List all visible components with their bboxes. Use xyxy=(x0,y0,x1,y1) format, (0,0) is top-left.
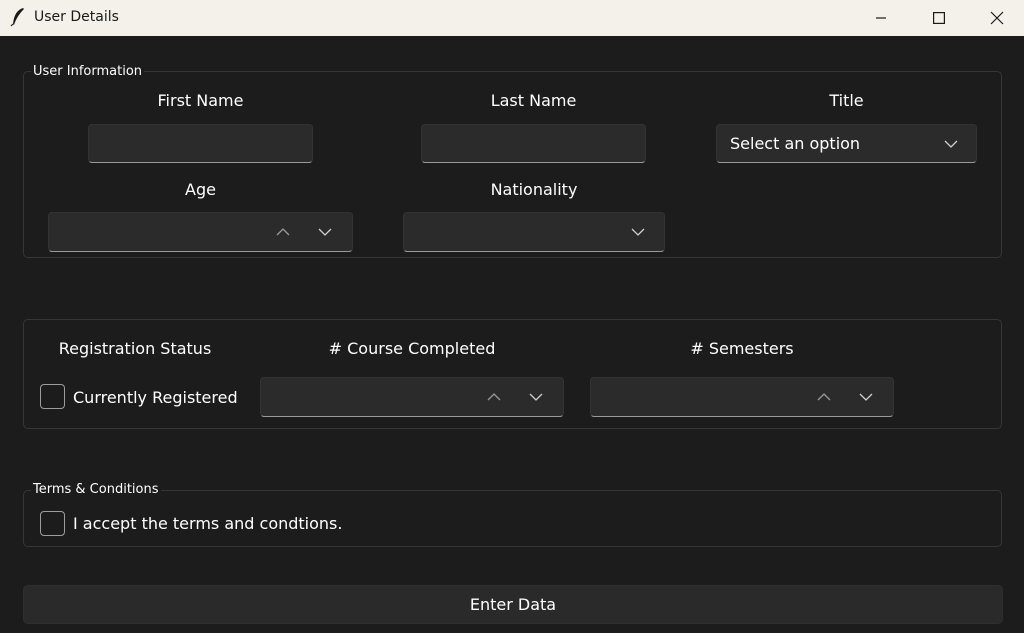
nationality-combobox[interactable] xyxy=(403,212,665,252)
maximize-button[interactable] xyxy=(910,0,968,36)
chevron-down-icon[interactable] xyxy=(315,213,335,251)
first-name-field[interactable] xyxy=(88,124,313,163)
chevron-up-icon[interactable] xyxy=(273,213,293,251)
window-title: User Details xyxy=(34,9,119,25)
chevron-up-icon[interactable] xyxy=(814,378,834,416)
last-name-field[interactable] xyxy=(421,124,646,163)
accept-terms-label[interactable]: I accept the terms and condtions. xyxy=(73,514,342,533)
chevron-down-icon[interactable] xyxy=(628,213,648,251)
title-selected-value: Select an option xyxy=(730,134,861,153)
semesters-spinbox[interactable] xyxy=(590,377,894,417)
feather-icon xyxy=(10,8,24,27)
title-bar: User Details xyxy=(0,0,1024,36)
last-name-label: Last Name xyxy=(490,91,577,110)
minimize-button[interactable] xyxy=(852,0,910,36)
minimize-icon xyxy=(876,17,886,19)
close-icon xyxy=(990,11,1004,25)
semesters-label: # Semesters xyxy=(690,339,794,358)
title-combobox[interactable]: Select an option xyxy=(716,124,977,163)
chevron-up-icon[interactable] xyxy=(484,378,504,416)
courses-completed-label: # Course Completed xyxy=(328,339,496,358)
currently-registered-label[interactable]: Currently Registered xyxy=(73,388,238,407)
terms-label: Terms & Conditions xyxy=(31,482,161,497)
courses-completed-spinbox[interactable] xyxy=(260,377,564,417)
currently-registered-checkbox[interactable] xyxy=(40,384,65,409)
chevron-down-icon[interactable] xyxy=(856,378,876,416)
user-information-label: User Information xyxy=(31,64,145,79)
close-button[interactable] xyxy=(968,0,1024,36)
chevron-down-icon[interactable] xyxy=(526,378,546,416)
age-spinbox[interactable] xyxy=(48,212,353,252)
enter-data-button[interactable]: Enter Data xyxy=(23,585,1003,624)
nationality-label: Nationality xyxy=(490,180,578,199)
first-name-label: First Name xyxy=(157,91,244,110)
title-label: Title xyxy=(829,91,864,110)
maximize-icon xyxy=(933,12,945,24)
age-label: Age xyxy=(185,180,216,199)
chevron-down-icon[interactable] xyxy=(941,125,961,162)
accept-terms-checkbox[interactable] xyxy=(40,511,65,536)
registration-status-label: Registration Status xyxy=(58,339,212,358)
